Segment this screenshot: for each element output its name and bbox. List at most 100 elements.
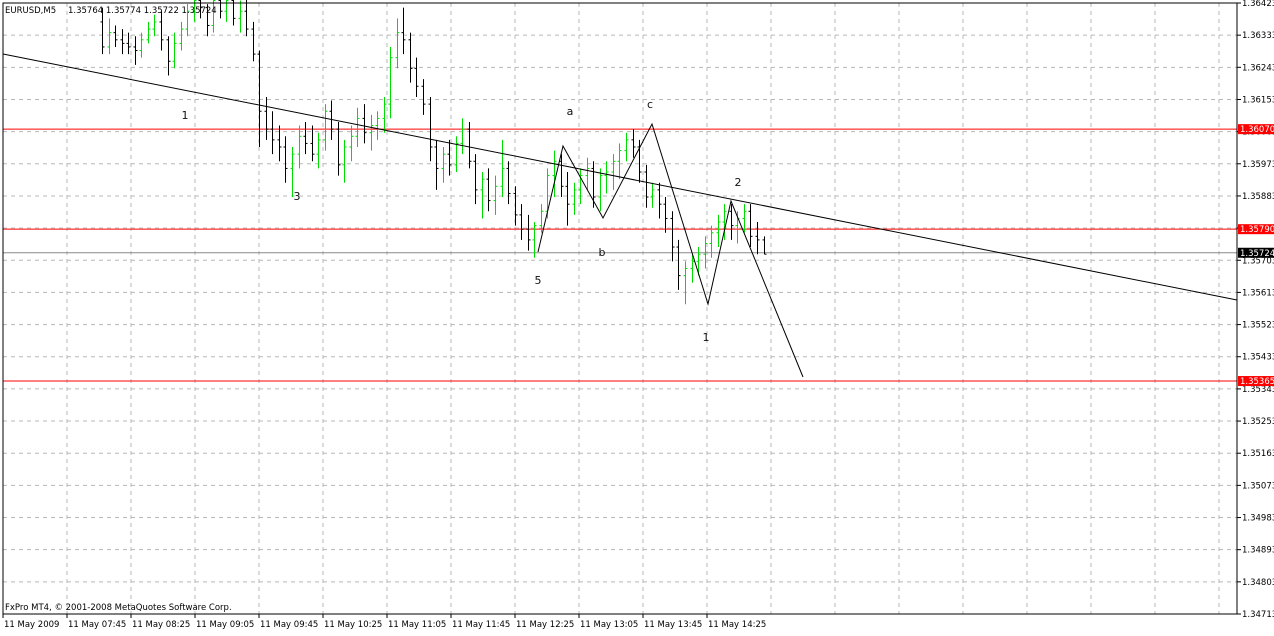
wave-label: 2	[735, 176, 742, 189]
candle	[270, 111, 275, 155]
candle	[762, 236, 767, 255]
wave-zigzag	[537, 122, 804, 378]
candle	[283, 136, 288, 183]
y-tick-label: 1.34893	[1242, 546, 1274, 556]
y-tick-label: 1.34803	[1242, 578, 1274, 588]
candle	[644, 164, 649, 208]
x-tick-label: 11 May 11:05	[388, 620, 446, 630]
candle	[303, 121, 308, 155]
candle	[257, 50, 262, 147]
candle	[611, 154, 616, 190]
candle	[382, 96, 387, 133]
x-tick-label: 11 May 07:45	[68, 620, 126, 630]
plot-frame	[2, 2, 1238, 615]
candle	[107, 18, 112, 55]
copyright-text: FxPro MT4, © 2001-2008 MetaQuotes Softwa…	[5, 603, 232, 613]
x-tick-label: 11 May 12:25	[516, 620, 574, 630]
candle	[408, 32, 413, 83]
candle	[342, 139, 347, 183]
candle	[526, 214, 531, 251]
candle	[604, 161, 609, 194]
candle	[362, 104, 367, 144]
y-tick-label: 1.35613	[1242, 288, 1274, 298]
candle	[316, 132, 321, 169]
candle	[657, 182, 662, 219]
axes: 1.364231.363331.362431.361531.360631.359…	[2, 0, 1274, 630]
candle	[500, 139, 505, 198]
candle	[676, 239, 681, 290]
candle	[126, 32, 131, 55]
x-tick-label: 11 May 13:05	[580, 620, 638, 630]
trendlines-and-waves: 1 3 5 a b c 1 2	[2, 53, 1238, 378]
x-tick-label: 11 May 2009	[4, 620, 59, 630]
candle	[336, 121, 341, 176]
candle	[179, 21, 184, 51]
candle	[565, 172, 570, 226]
y-tick-label: 1.36423	[1242, 0, 1274, 9]
candle	[598, 168, 603, 212]
candle	[493, 175, 498, 215]
candle	[401, 7, 406, 55]
candle	[349, 125, 354, 162]
candle	[670, 211, 675, 262]
wave-label: a	[567, 105, 574, 118]
y-tick-label: 1.35973	[1242, 160, 1274, 170]
y-tick-label: 1.35163	[1242, 449, 1274, 459]
candle	[624, 132, 629, 162]
candle	[277, 125, 282, 162]
candle	[133, 36, 138, 65]
current-price-label: 1.35724	[1240, 249, 1274, 259]
trendline	[2, 53, 1238, 301]
y-tick-label: 1.35073	[1242, 481, 1274, 491]
level-tag-label: 1.35365	[1240, 377, 1274, 387]
x-tick-label: 11 May 14:25	[708, 620, 766, 630]
candle	[166, 36, 171, 76]
y-tick-label: 1.34983	[1242, 514, 1274, 524]
x-tick-label: 11 May 10:25	[324, 620, 382, 630]
candle	[238, 0, 243, 33]
x-tick-label: 11 May 13:45	[644, 620, 702, 630]
candle	[211, 0, 216, 33]
candles	[100, 0, 767, 305]
candle	[369, 114, 374, 151]
wave-label: c	[647, 98, 653, 111]
candle	[585, 157, 590, 190]
candle	[617, 143, 622, 180]
candle	[139, 32, 144, 58]
candle	[650, 182, 655, 208]
candle	[513, 186, 518, 226]
y-tick-label: 1.34713	[1242, 610, 1274, 620]
level-tag-label: 1.36070	[1240, 125, 1274, 135]
wave-label: 1	[182, 109, 189, 122]
candle	[355, 107, 360, 147]
candle	[663, 197, 668, 233]
candle	[748, 204, 753, 248]
y-tick-label: 1.35433	[1242, 353, 1274, 363]
chart[interactable]: 1 3 5 a b c 1 2 1.36423 1.36333 1.36243 1.36153 1.3…	[0, 0, 1274, 632]
price-chart-svg[interactable]: 1 3 5 a b c 1 2 1.36423 1.36333 1.36243 1.36153 1.3…	[0, 0, 1274, 632]
candle	[146, 21, 151, 44]
wave-label: 5	[535, 274, 542, 287]
candle	[172, 32, 177, 69]
candle	[696, 247, 701, 276]
candle	[323, 104, 328, 151]
candle	[264, 96, 269, 140]
candle	[375, 111, 380, 140]
candle	[683, 261, 688, 305]
candle	[480, 172, 485, 219]
candle	[231, 0, 236, 26]
candle	[152, 14, 157, 37]
y-tick-label: 1.35883	[1242, 192, 1274, 202]
candle	[388, 46, 393, 119]
symbol-title: EURUSD,M5	[5, 6, 56, 16]
y-tick-label: 1.35253	[1242, 417, 1274, 427]
candle	[519, 204, 524, 240]
candle	[310, 125, 315, 162]
candle	[506, 161, 511, 205]
candle	[473, 154, 478, 205]
candle	[755, 222, 760, 255]
candle	[742, 204, 747, 233]
candle	[159, 11, 164, 51]
level-tag-label: 1.35790	[1240, 225, 1274, 235]
candle	[716, 214, 721, 248]
